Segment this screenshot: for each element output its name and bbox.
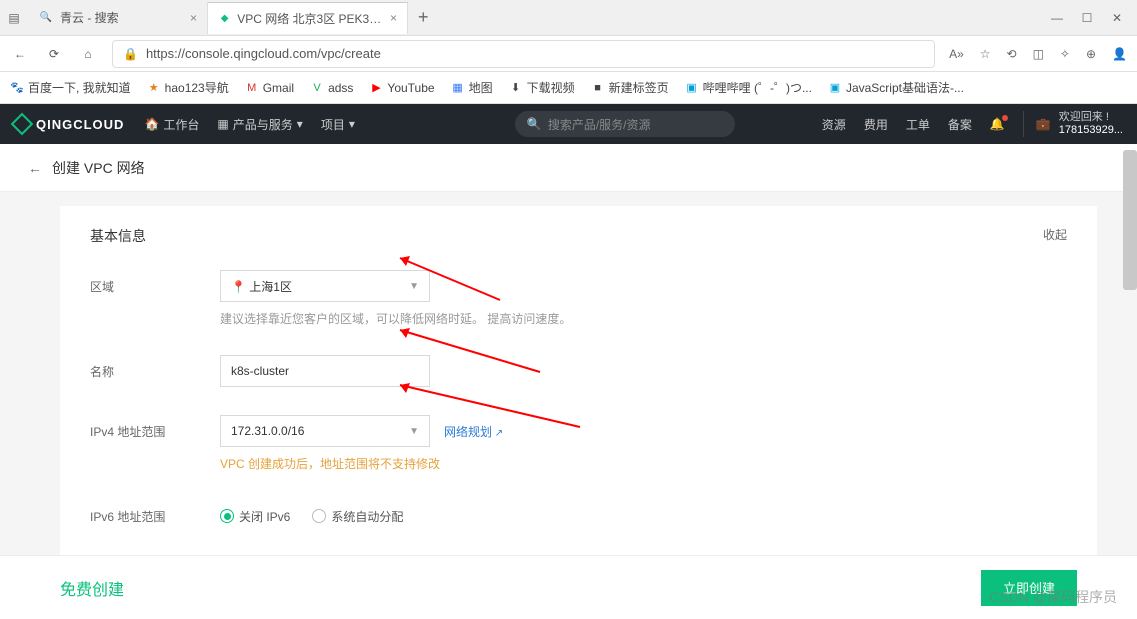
qingcloud-logo[interactable]: QINGCLOUD	[14, 116, 124, 132]
extensions-button[interactable]: ⊕	[1086, 47, 1096, 61]
nav-workspace[interactable]: 🏠 工作台	[144, 116, 199, 133]
tab-title: VPC 网络 北京3区 PEK3 青云Qin	[237, 10, 384, 27]
region-select[interactable]: 📍 上海1区 ▼	[220, 270, 430, 302]
search-icon: 🔍	[38, 10, 54, 26]
row-ipv4: IPv4 地址范围 172.31.0.0/16 ▼ 网络规划 VPC 创建成功后…	[90, 415, 1067, 472]
label-ipv6: IPv6 地址范围	[90, 500, 220, 525]
new-tab-button[interactable]: +	[408, 7, 439, 28]
bookmark-js[interactable]: ▣JavaScript基础语法-...	[828, 79, 964, 96]
header-search[interactable]: 🔍 搜索产品/服务/资源	[515, 111, 735, 137]
bookmark-bilibili[interactable]: ▣哔哩哔哩 (゜-゜)つ...	[685, 79, 812, 96]
favorite-button[interactable]: ☆	[980, 47, 991, 61]
bookmark-download[interactable]: ⬇下载视频	[509, 79, 575, 96]
collections-button[interactable]: ✧	[1060, 47, 1070, 61]
maximize-button[interactable]: ☐	[1081, 11, 1093, 25]
qingcloud-icon: ◆	[218, 10, 231, 26]
page-title: 创建 VPC 网络	[52, 158, 145, 178]
wallet-icon: 💼	[1036, 117, 1051, 131]
watermark: CSDN @屎码程序员	[989, 587, 1117, 607]
bookmark-gmail[interactable]: MGmail	[245, 81, 294, 95]
user-menu[interactable]: 💼 欢迎回来 ! 178153929...	[1023, 111, 1123, 137]
address-bar: ← ⟳ ⌂ 🔒 https://console.qingcloud.com/vp…	[0, 36, 1137, 72]
window-controls: — ☐ ✕	[1051, 11, 1137, 25]
name-input[interactable]: k8s-cluster	[220, 355, 430, 387]
browser-tab-2[interactable]: ◆ VPC 网络 北京3区 PEK3 青云Qin ×	[208, 2, 408, 34]
refresh-button[interactable]: ⟳	[44, 47, 64, 61]
radio-ipv6-off[interactable]: 关闭 IPv6	[220, 508, 290, 525]
notification-icon[interactable]: 🔔	[990, 117, 1005, 131]
browser-tab-1[interactable]: 🔍 青云 - 搜索 ×	[28, 2, 208, 34]
radio-ipv6-auto[interactable]: 系统自动分配	[312, 508, 403, 525]
sync-button[interactable]: ⟲	[1007, 47, 1017, 61]
card-title: 基本信息	[90, 226, 146, 246]
nav-cost[interactable]: 费用	[864, 116, 888, 133]
bookmark-newtab[interactable]: ■新建标签页	[591, 79, 669, 96]
url-text: https://console.qingcloud.com/vpc/create	[146, 46, 381, 61]
minimize-button[interactable]: —	[1051, 11, 1063, 25]
tab-list-icon[interactable]: ▤	[0, 11, 28, 25]
bookmark-baidu[interactable]: 🐾百度一下, 我就知道	[10, 79, 131, 96]
tab-title: 青云 - 搜索	[60, 9, 119, 26]
nav-project[interactable]: 项目 ▾	[321, 116, 355, 133]
label-region: 区域	[90, 270, 220, 295]
nav-products[interactable]: ▦ 产品与服务 ▾	[217, 116, 302, 133]
chevron-down-icon: ▼	[409, 281, 419, 292]
home-button[interactable]: ⌂	[78, 47, 98, 61]
search-icon: 🔍	[527, 117, 542, 131]
network-planning-link[interactable]: 网络规划	[444, 423, 503, 440]
split-button[interactable]: ◫	[1033, 47, 1044, 61]
price-text: 免费创建	[60, 576, 124, 600]
ipv4-warning: VPC 创建成功后，地址范围将不支持修改	[220, 455, 1067, 472]
nav-ticket[interactable]: 工单	[906, 116, 930, 133]
close-icon[interactable]: ×	[390, 11, 397, 25]
collapse-button[interactable]: 收起	[1043, 226, 1067, 246]
main-content: 基本信息 收起 区域 📍 上海1区 ▼ 建议选择靠近您客户的区域，可以降低网络时…	[0, 192, 1137, 587]
reader-button[interactable]: A»	[949, 47, 964, 61]
nav-resource[interactable]: 资源	[822, 116, 846, 133]
label-name: 名称	[90, 355, 220, 380]
profile-button[interactable]: 👤	[1112, 47, 1127, 61]
row-region: 区域 📍 上海1区 ▼ 建议选择靠近您客户的区域，可以降低网络时延。 提高访问速…	[90, 270, 1067, 327]
page-header: ← 创建 VPC 网络	[0, 144, 1137, 192]
scrollbar[interactable]	[1123, 150, 1137, 290]
basic-info-card: 基本信息 收起 区域 📍 上海1区 ▼ 建议选择靠近您客户的区域，可以降低网络时…	[60, 206, 1097, 587]
url-input[interactable]: 🔒 https://console.qingcloud.com/vpc/crea…	[112, 40, 935, 68]
back-arrow[interactable]: ←	[28, 160, 42, 176]
pin-icon: 📍	[231, 280, 246, 294]
bookmark-adss[interactable]: Vadss	[310, 81, 353, 95]
bookmark-maps[interactable]: ▦地图	[451, 79, 493, 96]
browser-tabs-bar: ▤ 🔍 青云 - 搜索 × ◆ VPC 网络 北京3区 PEK3 青云Qin ×…	[0, 0, 1137, 36]
back-button[interactable]: ←	[10, 47, 30, 61]
nav-beian[interactable]: 备案	[948, 116, 972, 133]
bookmark-hao123[interactable]: ★hao123导航	[147, 79, 229, 96]
region-hint: 建议选择靠近您客户的区域，可以降低网络时延。 提高访问速度。	[220, 310, 1067, 327]
row-name: 名称 k8s-cluster	[90, 355, 1067, 387]
logo-icon	[11, 113, 34, 136]
bookmark-youtube[interactable]: ▶YouTube	[369, 81, 434, 95]
label-ipv4: IPv4 地址范围	[90, 415, 220, 440]
ipv4-select[interactable]: 172.31.0.0/16 ▼	[220, 415, 430, 447]
row-ipv6: IPv6 地址范围 关闭 IPv6 系统自动分配	[90, 500, 1067, 532]
qingcloud-header: QINGCLOUD 🏠 工作台 ▦ 产品与服务 ▾ 项目 ▾ 🔍 搜索产品/服务…	[0, 104, 1137, 144]
lock-icon: 🔒	[123, 47, 138, 61]
bookmarks-bar: 🐾百度一下, 我就知道 ★hao123导航 MGmail Vadss ▶YouT…	[0, 72, 1137, 104]
footer-bar: 免费创建 立即创建	[0, 555, 1137, 619]
close-button[interactable]: ✕	[1111, 11, 1123, 25]
chevron-down-icon: ▼	[409, 426, 419, 437]
close-icon[interactable]: ×	[190, 11, 197, 25]
